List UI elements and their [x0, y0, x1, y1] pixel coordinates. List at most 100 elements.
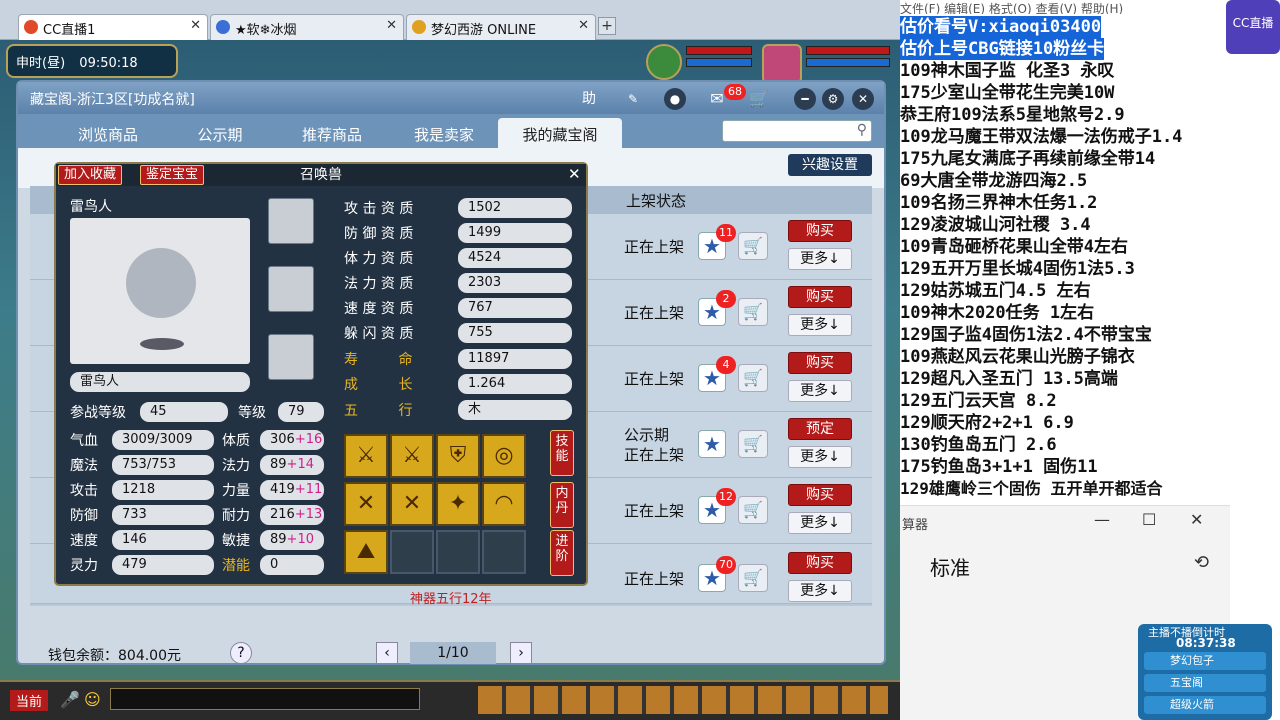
growth-value: 1.264	[458, 374, 572, 394]
record-icon[interactable]: ●	[664, 88, 686, 110]
tab-advance[interactable]: 进阶	[550, 530, 574, 576]
empty-skill-slot	[482, 530, 526, 574]
gift-item[interactable]: 超级火箭	[1144, 696, 1266, 714]
cart-icon[interactable]: 🛒	[738, 232, 768, 260]
close-icon[interactable]: ✕	[1190, 510, 1203, 529]
close-icon[interactable]: ✕	[386, 18, 397, 33]
shortcut-icons[interactable]	[478, 686, 888, 714]
more-button[interactable]: 更多↓	[788, 512, 852, 534]
tab-soft-ice[interactable]: ★软❄冰烟 ✕	[210, 14, 404, 40]
more-button[interactable]: 更多↓	[788, 380, 852, 402]
wallet-footer: 钱包余额：804.00元 ? ‹ 1/10 ›	[30, 642, 872, 666]
quality-label: 攻 击 资 质	[344, 201, 414, 217]
stat-label: 攻击	[70, 483, 98, 499]
close-icon[interactable]: ✕	[852, 88, 874, 110]
help-button[interactable]: 助	[578, 88, 600, 110]
gift-item[interactable]: 五宝阁	[1144, 674, 1266, 692]
skill-icon[interactable]: ⛨	[436, 434, 480, 478]
tab-label: 梦幻西游 ONLINE	[431, 23, 537, 38]
chat-input[interactable]	[110, 688, 420, 710]
mp-value: 753/753	[112, 455, 214, 475]
pet-avatar[interactable]	[646, 44, 682, 80]
game-clock: 09:50:18	[79, 56, 138, 71]
tab-cc-live[interactable]: CC直播1 ✕	[18, 14, 208, 40]
history-icon[interactable]: ⟲	[1194, 552, 1209, 573]
skill-icon[interactable]: ✕	[390, 482, 434, 526]
add-favorite-button[interactable]: 加入收藏	[58, 165, 123, 185]
search-icon[interactable]: ⚲	[857, 122, 867, 138]
next-page-button[interactable]: ›	[510, 642, 532, 664]
note-line: 129超凡入圣五门 13.5高端	[900, 369, 1118, 389]
equipment-slot-collar[interactable]	[268, 198, 314, 244]
player-avatar[interactable]	[762, 44, 802, 84]
cart-icon[interactable]: 🛒	[738, 564, 768, 592]
skill-icon[interactable]: ⚔	[390, 434, 434, 478]
note-line: 估价上号CBG链接10粉丝卡	[900, 38, 1105, 60]
cart-icon[interactable]: 🛒	[738, 496, 768, 524]
tab-public[interactable]: 公示期	[164, 118, 276, 148]
help-icon[interactable]: ?	[230, 642, 252, 664]
close-icon[interactable]: ✕	[190, 18, 201, 33]
equipment-slot-necklace[interactable]	[268, 266, 314, 312]
microphone-icon[interactable]: 🎤	[60, 690, 80, 709]
cart-icon[interactable]: 🛒	[738, 430, 768, 458]
note-line: 129凌波城山河社稷 3.4	[900, 215, 1091, 235]
more-button[interactable]: 更多↓	[788, 314, 852, 336]
equipment-slot-armor[interactable]	[268, 334, 314, 380]
close-icon[interactable]: ✕	[578, 18, 589, 33]
game-clock-hud: 申时(昼) 09:50:18	[6, 44, 178, 78]
more-button[interactable]: 更多↓	[788, 248, 852, 270]
calculator-mode[interactable]: 标准	[930, 552, 970, 581]
minimize-icon[interactable]: ━	[794, 88, 816, 110]
tab-skills[interactable]: 技能	[550, 430, 574, 476]
interest-settings-button[interactable]: 兴趣设置	[788, 154, 872, 176]
emoji-icon[interactable]: ☺	[84, 690, 101, 709]
gift-item[interactable]: 梦幻包子	[1144, 652, 1266, 670]
identify-pet-button[interactable]: 鉴定宝宝	[140, 165, 205, 185]
notepad-menubar[interactable]: 文件(F) 编辑(E) 格式(O) 查看(V) 帮助(H)	[900, 0, 1230, 14]
buy-button[interactable]: 购买	[788, 484, 852, 506]
more-button[interactable]: 更多↓	[788, 580, 852, 602]
tab-seller[interactable]: 我是卖家	[388, 118, 500, 148]
tab-my-cbg[interactable]: 我的藏宝阁	[498, 118, 622, 148]
buy-button[interactable]: 购买	[788, 220, 852, 242]
tab-mhxy[interactable]: 梦幻西游 ONLINE ✕	[406, 14, 596, 40]
life-label: 寿 命	[344, 352, 431, 368]
stat-base: 306	[270, 432, 295, 447]
star-icon[interactable]: ★	[698, 430, 726, 458]
more-button[interactable]: 更多↓	[788, 446, 852, 468]
skill-icon[interactable]: ◠	[482, 482, 526, 526]
listing-status: 正在上架	[624, 238, 685, 256]
browser-tab-strip: CC直播1 ✕ ★软❄冰烟 ✕ 梦幻西游 ONLINE ✕ +	[0, 0, 900, 40]
skill-icon[interactable]: ✦	[436, 482, 480, 526]
tab-browse[interactable]: 浏览商品	[52, 118, 164, 148]
reserve-button[interactable]: 预定	[788, 418, 852, 440]
search-input[interactable]: ⚲	[722, 120, 872, 142]
wallet-balance: 钱包余额：804.00元	[48, 648, 181, 664]
channel-current[interactable]: 当前	[10, 690, 49, 711]
buy-button[interactable]: 购买	[788, 286, 852, 308]
magic-power-value: 89+14	[260, 455, 324, 475]
pen-icon[interactable]: ✎	[622, 88, 644, 110]
shadow	[140, 338, 184, 350]
cart-icon[interactable]: 🛒	[738, 364, 768, 392]
tab-recommend[interactable]: 推荐商品	[276, 118, 388, 148]
buy-button[interactable]: 购买	[788, 552, 852, 574]
skill-icon[interactable]: ✕	[344, 482, 388, 526]
stat-label: 气血	[70, 433, 98, 449]
buy-button[interactable]: 购买	[788, 352, 852, 374]
tab-inner-pill[interactable]: 内丹	[550, 482, 574, 528]
skill-icon[interactable]: ◎	[482, 434, 526, 478]
skill-icon[interactable]: ⛰	[344, 530, 388, 574]
minimize-icon[interactable]: —	[1094, 510, 1110, 529]
close-icon[interactable]: ✕	[568, 165, 581, 183]
cart-icon[interactable]: 🛒	[738, 298, 768, 326]
cart-icon[interactable]: 🛒	[748, 88, 770, 110]
skill-icon[interactable]: ⚔	[344, 434, 388, 478]
new-tab-button[interactable]: +	[598, 17, 616, 35]
gear-icon[interactable]: ⚙	[822, 88, 844, 110]
quality-label: 体 力 资 质	[344, 251, 414, 267]
stat-base: 89	[270, 532, 287, 547]
prev-page-button[interactable]: ‹	[376, 642, 398, 664]
maximize-icon[interactable]: ☐	[1142, 510, 1156, 529]
